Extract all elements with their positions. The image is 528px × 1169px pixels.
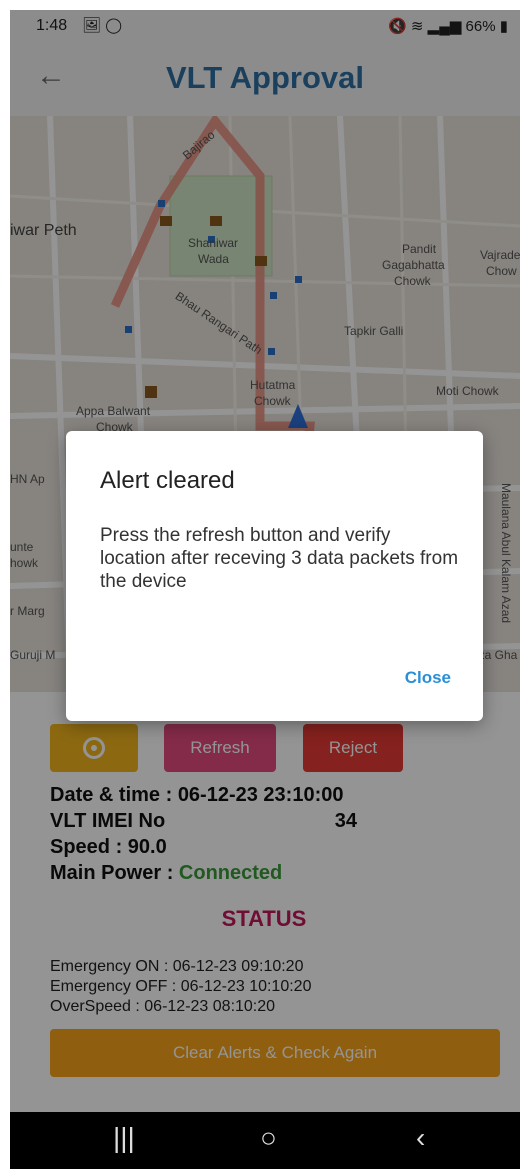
back-icon[interactable]: ‹ xyxy=(416,1122,425,1154)
system-nav-bar: ||| ○ ‹ xyxy=(10,1112,520,1169)
home-icon[interactable]: ○ xyxy=(260,1122,277,1154)
dialog-title: Alert cleared xyxy=(100,467,235,494)
phone-screen: 1:48 🖼 ◯ 🔇 ≋ ▂▄▆ 66% ▮ ← VLT Approval iw… xyxy=(0,0,528,1169)
dialog-message: Press the refresh button and verify loca… xyxy=(100,525,459,592)
close-button[interactable]: Close xyxy=(405,668,451,688)
alert-dialog: Alert cleared Press the refresh button a… xyxy=(66,431,483,721)
recents-icon[interactable]: ||| xyxy=(113,1122,135,1154)
